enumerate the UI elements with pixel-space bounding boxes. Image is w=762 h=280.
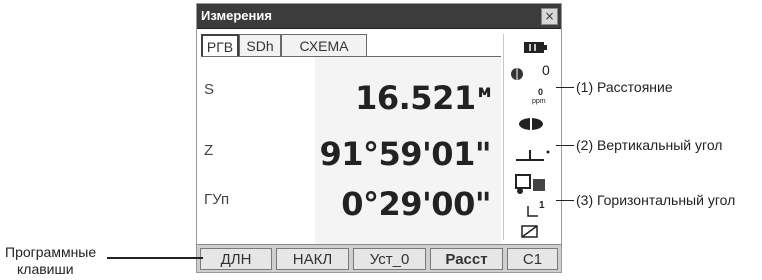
close-icon[interactable]: × <box>541 8 558 25</box>
distance-unit: м <box>477 82 492 102</box>
page-number: 1 <box>539 200 545 211</box>
tilt-icon[interactable] <box>504 146 556 170</box>
tab-scheme[interactable]: СХЕМА <box>281 34 367 56</box>
distance-leader <box>556 87 574 88</box>
tab-sdh[interactable]: SDh <box>239 34 281 56</box>
softkey-rasst[interactable]: Расст <box>430 248 503 270</box>
tab-rgv[interactable]: РГВ <box>201 34 239 57</box>
horizontal-angle-value: 0°29'00" <box>341 185 491 223</box>
vertical-angle-label: Z <box>204 142 214 159</box>
status-bar: 0 0 ppm 1 <box>503 34 556 240</box>
vertical-angle-value: 91°59'01" <box>319 135 491 173</box>
vertical-leader <box>556 145 574 146</box>
target-icon[interactable]: 0 <box>504 62 556 86</box>
laser-icon[interactable] <box>504 114 556 138</box>
ppm-value: 0 <box>538 87 544 97</box>
battery-icon[interactable] <box>504 38 556 62</box>
softkey-bar: ДЛН НАКЛ Уст_0 Расст С1 <box>197 244 561 272</box>
distance-label: S <box>204 81 215 98</box>
measurement-window: Измерения × РГВ SDh СХЕМА S 16.521 м Z 91… <box>197 4 561 272</box>
window-title: Измерения <box>201 8 272 23</box>
page-icon[interactable]: 1 <box>504 200 556 224</box>
softkey-c1[interactable]: С1 <box>507 248 558 270</box>
softkey-nakl[interactable]: НАКЛ <box>276 248 349 270</box>
communication-icon[interactable] <box>504 172 556 196</box>
measurement-panel: S 16.521 м Z 91°59'01" ГУп 0°29'00" <box>197 57 501 244</box>
annotation-distance: (1) Расстояние <box>576 79 673 95</box>
ppm-icon[interactable]: 0 ppm <box>504 86 556 110</box>
annotation-softkeys-line2: клавиши <box>17 261 74 277</box>
softkey-dln[interactable]: ДЛН <box>200 248 272 270</box>
prism-constant: 0 <box>542 62 550 78</box>
ppm-label: ppm <box>532 98 546 105</box>
horizontal-leader <box>556 200 574 201</box>
input-icon[interactable] <box>504 222 556 246</box>
annotation-softkeys-line1: Программные <box>5 244 97 260</box>
title-bar: Измерения × <box>197 4 561 29</box>
softkey-ust0[interactable]: Уст_0 <box>353 248 426 270</box>
softkeys-leader <box>107 257 203 259</box>
horizontal-angle-label: ГУп <box>204 191 230 208</box>
distance-value: 16.521 м <box>355 79 491 117</box>
annotation-vertical: (2) Вертикальный угол <box>576 137 723 153</box>
annotation-horizontal: (3) Горизонтальный угол <box>576 192 736 208</box>
